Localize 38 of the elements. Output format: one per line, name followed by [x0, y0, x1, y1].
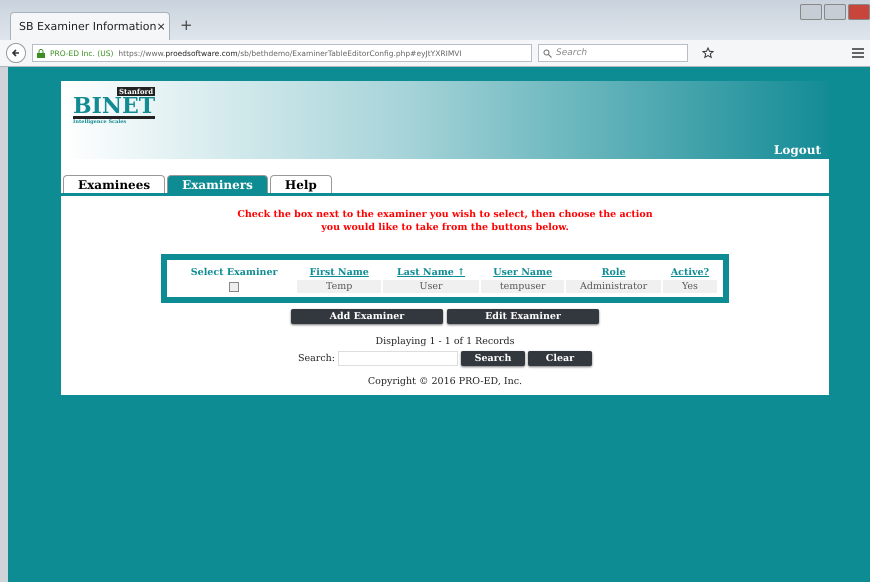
copyright-text: Copyright © 2016 PRO-ED, Inc. — [368, 376, 522, 387]
menu-icon[interactable] — [852, 48, 864, 58]
search-icon — [543, 48, 552, 58]
column-header-link[interactable]: Role — [602, 267, 626, 278]
search-input[interactable] — [338, 351, 458, 366]
instruction-text: Check the box next to the examiner you wish to select, then choose the action — [237, 208, 653, 221]
record-count: Displaying 1 - 1 of 1 Records — [376, 336, 514, 347]
browser-tab[interactable]: SB Examiner Information× — [10, 12, 170, 40]
search-label: Search: — [298, 353, 335, 364]
table-cell: Temp — [297, 280, 382, 293]
search-button[interactable]: Search — [460, 351, 525, 366]
tab-close-button[interactable]: × — [156, 20, 166, 33]
action-button[interactable]: Edit Examiner — [447, 309, 599, 324]
column-header-link[interactable]: User Name — [493, 267, 552, 278]
column-header-link[interactable]: First Name — [310, 267, 369, 278]
table-cell: User — [383, 280, 480, 293]
table-cell: tempuser — [481, 280, 564, 293]
maximize-button[interactable] — [824, 4, 846, 20]
search-button[interactable]: Clear — [528, 351, 592, 366]
new-tab-button[interactable]: + — [180, 16, 193, 34]
nav-tab[interactable]: Help — [270, 175, 332, 193]
logout-link[interactable]: Logout — [774, 143, 821, 157]
star-icon[interactable] — [702, 47, 714, 59]
browser-search-field[interactable]: Search — [538, 44, 688, 62]
nav-tab[interactable]: Examiners — [167, 175, 268, 193]
column-header-link[interactable]: Last Name ↑ — [397, 267, 466, 278]
minimize-button[interactable] — [800, 4, 822, 20]
nav-tab[interactable]: Examinees — [63, 175, 166, 193]
instruction-text: you would like to take from the buttons below. — [321, 221, 569, 234]
select-checkbox[interactable] — [229, 282, 240, 292]
lock-icon — [37, 48, 45, 58]
table-cell: Administrator — [566, 280, 661, 293]
column-header-link[interactable]: Active? — [670, 267, 710, 278]
table-cell: Yes — [662, 280, 717, 293]
back-arrow-icon — [11, 48, 21, 58]
action-button[interactable]: Add Examiner — [291, 309, 443, 324]
back-button[interactable] — [6, 43, 26, 63]
column-header: Select Examiner — [190, 267, 278, 278]
